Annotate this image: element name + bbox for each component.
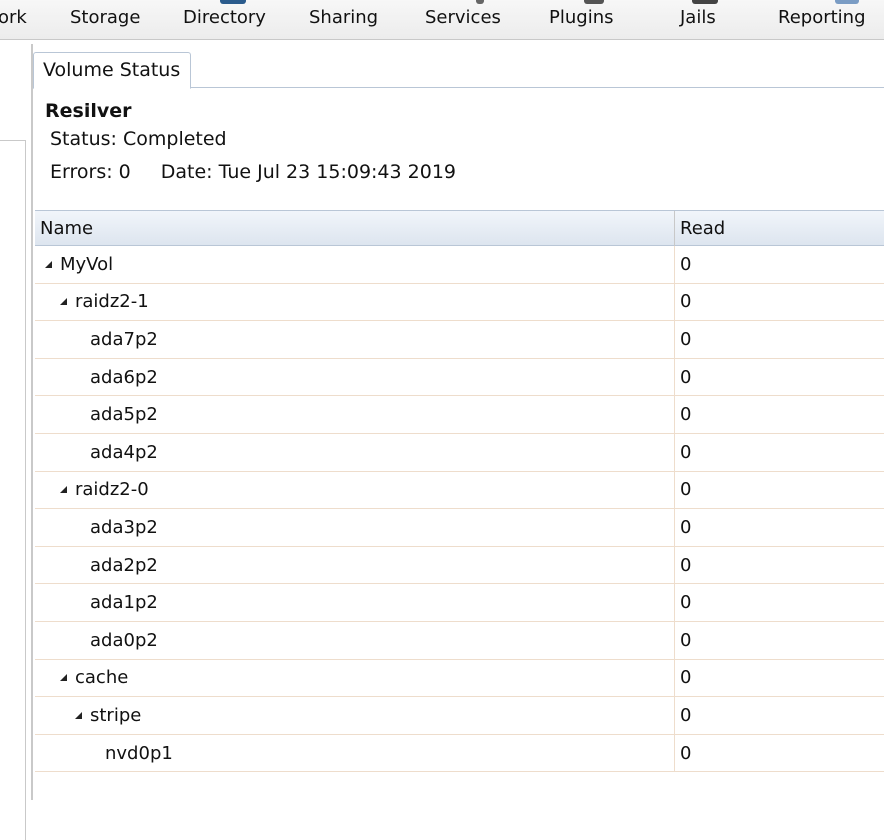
table-row[interactable]: ada1p2 0 — [35, 584, 884, 622]
cell-read: 0 — [680, 554, 692, 576]
table-row[interactable]: ada6p2 0 — [35, 358, 884, 397]
table-row[interactable]: raidz2-1 0 — [35, 283, 884, 322]
nav-label: ork — [0, 7, 27, 28]
table-row[interactable]: stripe 0 — [35, 697, 884, 735]
cell-read: 0 — [680, 592, 692, 614]
row-name-label: ada1p2 — [90, 592, 158, 614]
cell-name: ada3p2 — [35, 509, 675, 546]
resilver-info-line: Errors: 0 Date: Tue Jul 23 15:09:43 2019 — [50, 161, 456, 183]
cell-read: 0 — [680, 629, 692, 651]
column-header-read[interactable]: Read — [675, 211, 884, 246]
nav-jails[interactable]: Jails — [680, 0, 730, 40]
expand-caret-icon[interactable] — [60, 486, 67, 494]
cell-read: 0 — [680, 366, 692, 388]
nav-label: Jails — [680, 7, 716, 28]
nav-directory[interactable]: Directory — [183, 0, 273, 40]
nav-label: Plugins — [549, 7, 614, 28]
cell-read: 0 — [680, 404, 692, 426]
table-row[interactable]: ada2p2 0 — [35, 546, 884, 585]
row-name-label: ada6p2 — [90, 366, 158, 388]
row-name-label: ada4p2 — [90, 441, 158, 463]
table-row[interactable]: nvd0p1 0 — [35, 734, 884, 773]
left-panel — [0, 40, 26, 840]
resilver-status: Status: Completed — [50, 128, 227, 150]
row-name-label: cache — [75, 667, 129, 689]
row-name-label: MyVol — [60, 253, 114, 275]
services-icon — [476, 0, 484, 4]
expand-caret-icon[interactable] — [75, 711, 82, 719]
nav-services[interactable]: Services — [425, 0, 507, 40]
cell-name: nvd0p1 — [35, 734, 675, 772]
nav-label: Storage — [70, 7, 141, 28]
cell-name: ada7p2 — [35, 321, 675, 358]
row-name-label: ada2p2 — [90, 554, 158, 576]
reporting-icon — [835, 0, 859, 4]
column-header-name[interactable]: Name — [35, 211, 675, 246]
nav-network[interactable]: ork — [0, 0, 38, 40]
row-name-label: raidz2-0 — [75, 479, 149, 501]
volume-status-grid: Name Read MyVol 0 raidz2-1 0 ada7p2 0 ada6p2 0 a… — [35, 210, 884, 800]
nav-reporting[interactable]: Reporting — [778, 0, 874, 40]
jails-icon — [692, 0, 718, 4]
expand-caret-icon[interactable] — [60, 298, 67, 306]
cell-read: 0 — [680, 479, 692, 501]
cell-read: 0 — [680, 441, 692, 463]
cell-read: 0 — [680, 516, 692, 538]
table-row[interactable]: raidz2-0 0 — [35, 471, 884, 510]
table-row[interactable]: ada4p2 0 — [35, 433, 884, 472]
cell-read: 0 — [680, 253, 692, 275]
cell-name: ada4p2 — [35, 433, 675, 471]
row-name-label: ada3p2 — [90, 516, 158, 538]
resilver-title: Resilver — [45, 100, 132, 122]
resilver-errors: Errors: 0 — [50, 161, 131, 183]
table-row[interactable]: MyVol 0 — [35, 246, 884, 284]
nav-label: Sharing — [309, 7, 379, 28]
main-content: Volume Status Resilver Status: Completed… — [31, 44, 884, 800]
nav-storage[interactable]: Storage — [68, 0, 148, 40]
cell-read: 0 — [680, 742, 692, 764]
grid-rows: MyVol 0 raidz2-1 0 ada7p2 0 ada6p2 0 ada5p2 0 ada4… — [35, 246, 884, 773]
row-name-label: ada7p2 — [90, 328, 158, 350]
row-name-label: ada0p2 — [90, 629, 158, 651]
cell-name: ada1p2 — [35, 584, 675, 621]
cell-name: ada5p2 — [35, 396, 675, 433]
plugins-icon — [584, 0, 604, 4]
cell-name: ada2p2 — [35, 546, 675, 584]
cell-name: raidz2-1 — [35, 283, 675, 321]
expand-caret-icon[interactable] — [45, 260, 52, 268]
cell-read: 0 — [680, 291, 692, 313]
table-row[interactable]: ada5p2 0 — [35, 396, 884, 434]
table-row[interactable]: ada7p2 0 — [35, 321, 884, 359]
table-row[interactable]: ada0p2 0 — [35, 621, 884, 660]
cell-read: 0 — [680, 704, 692, 726]
nav-label: Reporting — [778, 7, 866, 28]
directory-icon — [220, 0, 246, 4]
tab-volume-status[interactable]: Volume Status — [33, 52, 191, 89]
cell-name: MyVol — [35, 246, 675, 283]
cell-name: raidz2-0 — [35, 471, 675, 509]
expand-caret-icon[interactable] — [60, 674, 67, 682]
row-name-label: raidz2-1 — [75, 291, 149, 313]
nav-label: Services — [425, 7, 501, 28]
grid-header: Name Read — [35, 211, 884, 246]
table-row[interactable]: cache 0 — [35, 659, 884, 698]
cell-read: 0 — [680, 328, 692, 350]
table-row[interactable]: ada3p2 0 — [35, 509, 884, 547]
row-name-label: nvd0p1 — [105, 742, 173, 764]
top-navigation-bar: ork Storage Directory Sharing Services P… — [0, 0, 884, 40]
cell-name: cache — [35, 659, 675, 697]
row-name-label: stripe — [90, 704, 142, 726]
tab-strip: Volume Status — [33, 44, 884, 89]
cell-name: ada6p2 — [35, 358, 675, 396]
cell-name: ada0p2 — [35, 621, 675, 659]
cell-name: stripe — [35, 697, 675, 734]
row-name-label: ada5p2 — [90, 404, 158, 426]
cell-read: 0 — [680, 667, 692, 689]
nav-label: Directory — [183, 7, 266, 28]
nav-plugins[interactable]: Plugins — [549, 0, 619, 40]
left-tree-panel — [0, 140, 26, 840]
resilver-date: Date: Tue Jul 23 15:09:43 2019 — [160, 161, 457, 183]
nav-sharing[interactable]: Sharing — [309, 0, 389, 40]
